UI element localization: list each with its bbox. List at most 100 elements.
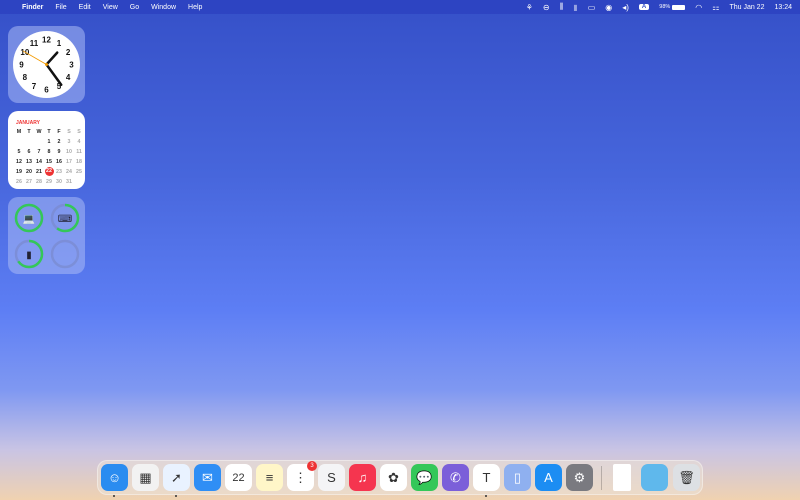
dock-document[interactable] — [613, 464, 631, 491]
calendar-day[interactable]: 18 — [74, 157, 84, 167]
menu-date[interactable]: Thu Jan 22 — [729, 4, 764, 11]
weekday-label: T — [47, 129, 51, 135]
clock-number: 2 — [66, 48, 71, 57]
calendar-day[interactable]: 6 — [24, 147, 34, 157]
calendar-day[interactable]: 15 — [44, 157, 54, 167]
menu-help[interactable]: Help — [188, 4, 202, 11]
calendar-day[interactable]: 2 — [54, 137, 64, 147]
calendar-day[interactable]: 30 — [54, 177, 64, 187]
clock-number: 11 — [30, 39, 39, 48]
dock-folder[interactable] — [641, 464, 668, 491]
wifi-icon[interactable]: ◠ — [695, 3, 702, 12]
calendar-day[interactable]: 22 — [44, 167, 54, 177]
menu-window[interactable]: Window — [151, 4, 176, 11]
finder-icon: ☺ — [107, 470, 122, 485]
calendar-day[interactable]: 4 — [74, 137, 84, 147]
battery-icon — [672, 4, 686, 10]
battery-ring-laptop: 💻 — [14, 203, 44, 233]
launchpad-icon: ▦ — [139, 469, 152, 485]
minute-hand — [45, 63, 63, 86]
batteries-widget[interactable]: 💻 ⌨ ▮ — [8, 197, 85, 274]
battery-ring-keyboard: ⌨ — [50, 203, 80, 233]
calendar-grid: M T W T F S S 1 2 3 4 5 6 7 8 9 10 11 12 13 14 15 16 17 18 19 20 21… — [14, 127, 84, 187]
calendar-day[interactable]: 27 — [24, 177, 34, 187]
clock-face: 12 1 2 3 4 5 6 7 8 9 10 11 — [13, 31, 80, 98]
dock-photos[interactable]: ✿ — [380, 464, 407, 491]
dock-notes[interactable]: ≡ — [256, 464, 283, 491]
calendar-day[interactable]: 11 — [74, 147, 84, 157]
calendar-day[interactable]: 16 — [54, 157, 64, 167]
display-icon[interactable]: ▭ — [588, 3, 596, 12]
calendar-day[interactable]: 24 — [64, 167, 74, 177]
menu-file[interactable]: File — [55, 4, 66, 11]
calendar-day[interactable]: 7 — [34, 147, 44, 157]
calendar-day[interactable]: 20 — [24, 167, 34, 177]
calendar-day[interactable]: 1 — [44, 137, 54, 147]
dock-system-settings[interactable]: ⚙ — [566, 464, 593, 491]
calendar-day[interactable]: 17 — [64, 157, 74, 167]
simulator-icon: ▯ — [513, 469, 522, 485]
status-app-icon[interactable]: ⚘ — [526, 3, 533, 12]
calendar-day[interactable]: 3 — [64, 137, 74, 147]
menu-go[interactable]: Go — [130, 4, 139, 11]
calendar-day[interactable]: 12 — [14, 157, 24, 167]
weekday-label: S — [77, 129, 81, 135]
dock-simulator[interactable]: ▯ — [504, 464, 531, 491]
calendar-day[interactable]: 26 — [14, 177, 24, 187]
weekday-label: W — [36, 129, 42, 135]
menu-edit[interactable]: Edit — [79, 4, 91, 11]
menu-app-name[interactable]: Finder — [22, 4, 43, 11]
record-icon[interactable]: ◉ — [605, 3, 612, 12]
clock-number: 12 — [42, 36, 51, 45]
clock-number: 3 — [69, 61, 74, 70]
menu-time[interactable]: 13:24 — [774, 4, 792, 11]
focus-icon[interactable]: ⊖ — [543, 3, 550, 12]
clock-widget[interactable]: 12 1 2 3 4 5 6 7 8 9 10 11 — [8, 26, 85, 103]
calendar-day[interactable]: 10 — [64, 147, 74, 157]
calendar-day[interactable]: 31 — [64, 177, 74, 187]
calendar-icon: 22 — [232, 471, 245, 484]
calendar-day[interactable]: 21 — [34, 167, 44, 177]
calendar-day[interactable]: 9 — [54, 147, 64, 157]
calendar-day[interactable]: 19 — [14, 167, 24, 177]
battery-ring-empty — [50, 239, 80, 269]
calendar-blank — [34, 137, 44, 147]
calendar-day[interactable]: 5 — [14, 147, 24, 157]
control-center-icon[interactable]: ⚏ — [712, 3, 719, 12]
dock-reminders[interactable]: ⋮ 3 — [287, 461, 317, 491]
safari-icon: ➚ — [171, 469, 182, 485]
reminders-icon: ⋮ — [294, 469, 307, 485]
system-settings-icon: ⚙ — [573, 469, 586, 485]
calendar-today[interactable]: 22 — [44, 167, 54, 176]
calendar-day[interactable]: 29 — [44, 177, 54, 187]
battery-status[interactable]: 98% — [659, 4, 686, 10]
dock-scrivener[interactable]: S — [318, 464, 345, 491]
menu-view[interactable]: View — [103, 4, 118, 11]
input-source-icon[interactable]: A — [638, 4, 650, 10]
calendar-day[interactable]: 25 — [74, 167, 84, 177]
clipboard-icon[interactable]: ▮ — [573, 3, 577, 12]
dock-viber[interactable]: ✆ — [442, 464, 469, 491]
running-indicator — [175, 495, 177, 497]
calendar-day[interactable]: 28 — [34, 177, 44, 187]
dock-music[interactable]: ♫ — [349, 464, 376, 491]
dock-mail[interactable]: ✉ — [194, 464, 221, 491]
dock-app-store[interactable]: A — [535, 464, 562, 491]
calendar-day[interactable]: 8 — [44, 147, 54, 157]
dock-safari[interactable]: ➚ — [163, 464, 190, 491]
calendar-day[interactable]: 14 — [34, 157, 44, 167]
calendar-widget[interactable]: JANUARY M T W T F S S 1 2 3 4 5 6 7 8 9 10 11 12 13 14 15 16 17… — [8, 111, 85, 189]
dock-finder[interactable]: ☺ — [101, 464, 128, 491]
dock-microsoft-teams[interactable]: T — [473, 464, 500, 491]
menu-bar: Finder File Edit View Go Window Help ⚘ ⊖… — [0, 0, 800, 14]
status-gauge-icon[interactable]: ⫼ — [560, 2, 564, 12]
dock-launchpad[interactable]: ▦ — [132, 464, 159, 491]
messages-icon: 💬 — [416, 469, 433, 485]
battery-percent: 98% — [659, 4, 671, 10]
calendar-day[interactable]: 23 — [54, 167, 64, 177]
calendar-day[interactable]: 13 — [24, 157, 34, 167]
dock-calendar[interactable]: 22 — [225, 464, 252, 491]
dock-trash[interactable]: 🗑 — [673, 464, 700, 491]
dock-messages[interactable]: 💬 — [411, 464, 438, 491]
volume-icon[interactable]: ◂) — [622, 3, 629, 12]
